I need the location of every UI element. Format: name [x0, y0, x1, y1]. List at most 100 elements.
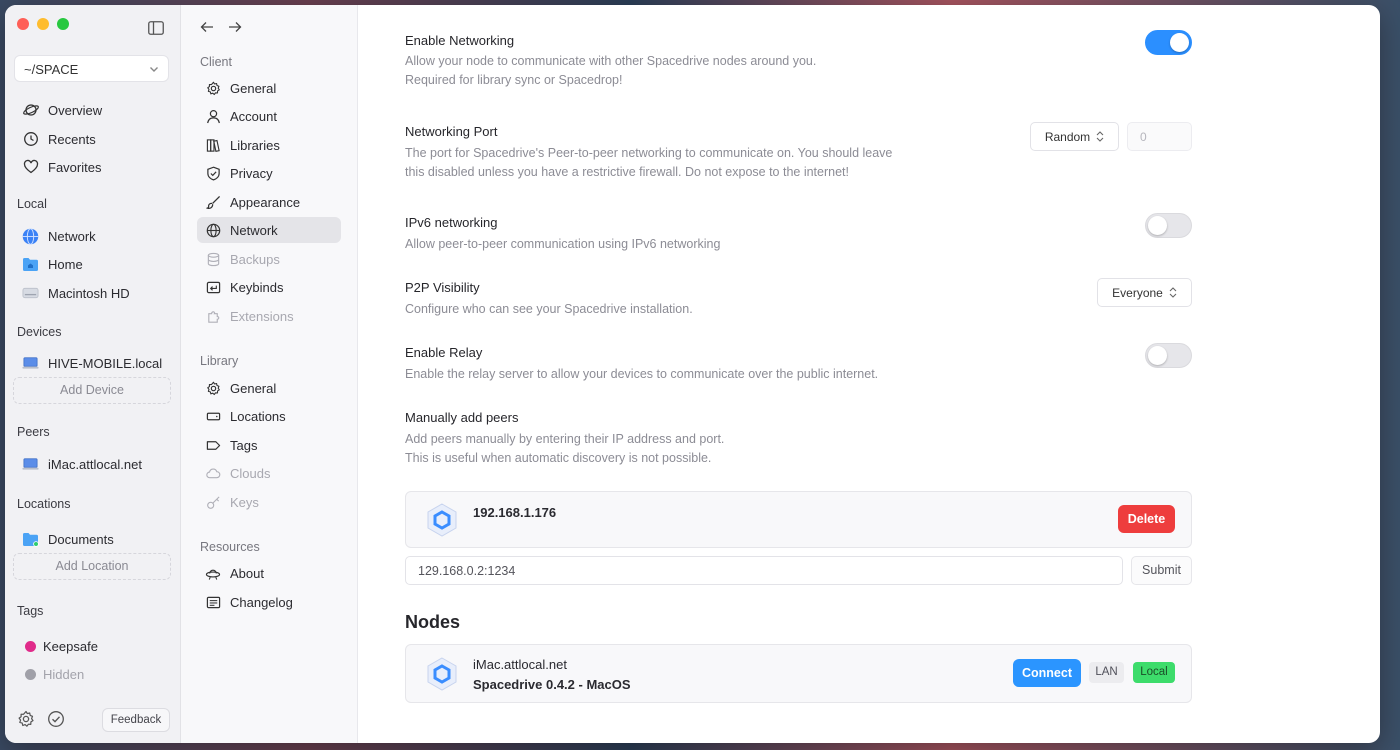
planet-icon: [22, 102, 39, 119]
nav-item-label: Backups: [230, 251, 280, 267]
desc-line: This is useful when automatic discovery …: [405, 451, 712, 465]
sidebar-section-peers: Peers: [17, 425, 50, 439]
sidebar-item-documents[interactable]: Documents: [22, 529, 114, 549]
feedback-button[interactable]: Feedback: [102, 708, 170, 732]
enable-networking-title: Enable Networking: [405, 33, 515, 48]
nav-item-network[interactable]: Network: [197, 217, 341, 243]
sidebar-item-label: Hidden: [43, 666, 85, 682]
ipv6-desc: Allow peer-to-peer communication using I…: [405, 237, 721, 251]
user-icon: [205, 108, 221, 124]
manual-peers-title: Manually add peers: [405, 410, 519, 425]
nav-item-label: Privacy: [230, 165, 273, 181]
nav-item-locations[interactable]: Locations: [197, 403, 341, 429]
sidebar-section-devices: Devices: [17, 325, 62, 339]
nav-item-label: General: [230, 380, 277, 396]
nav-item-backups[interactable]: Backups: [197, 246, 341, 272]
laptop-icon: [22, 355, 39, 372]
sidebar-toggle-icon[interactable]: [148, 21, 164, 35]
drive-icon: [22, 285, 39, 302]
nav-item-libraries[interactable]: Libraries: [197, 132, 341, 158]
nav-section-library: Library: [200, 354, 239, 368]
networking-port-title: Networking Port: [405, 124, 498, 139]
nav-item-general[interactable]: General: [197, 75, 341, 101]
p2p-visibility-title: P2P Visibility: [405, 280, 480, 295]
gear-icon[interactable]: [17, 710, 35, 728]
nav-item-label: Changelog: [230, 594, 293, 610]
nav-item-tags[interactable]: Tags: [197, 432, 341, 458]
nav-item-library-general[interactable]: General: [197, 375, 341, 401]
chevron-up-down-icon: [1096, 131, 1104, 142]
nav-item-changelog[interactable]: Changelog: [197, 589, 341, 615]
port-mode-value: Random: [1044, 129, 1091, 144]
enable-networking-toggle[interactable]: [1145, 30, 1192, 55]
nav-item-keys[interactable]: Keys: [197, 489, 341, 515]
settings-nav: Client General Account Libraries Privacy…: [181, 5, 358, 743]
nav-section-client: Client: [200, 55, 232, 69]
nav-item-label: Locations: [230, 408, 286, 424]
nav-item-appearance[interactable]: Appearance: [197, 189, 341, 215]
desc-line: Add peers manually by entering their IP …: [405, 432, 725, 446]
add-location-button[interactable]: Add Location: [13, 553, 171, 580]
sidebar-item-recents[interactable]: Recents: [22, 129, 96, 149]
nav-item-label: Account: [230, 108, 277, 124]
nav-item-clouds[interactable]: Clouds: [197, 460, 341, 486]
enable-relay-toggle[interactable]: [1145, 343, 1192, 368]
lan-badge: LAN: [1089, 662, 1124, 683]
sidebar-tag-keepsafe[interactable]: Keepsafe: [22, 636, 98, 656]
key-icon: [205, 494, 221, 510]
sidebar-item-overview[interactable]: Overview: [22, 100, 102, 120]
tag-icon: [205, 437, 221, 453]
nav-item-extensions[interactable]: Extensions: [197, 303, 341, 329]
peer-ip-address: 192.168.1.176: [473, 505, 557, 520]
cloud-icon: [205, 465, 221, 481]
node-version: Spacedrive 0.4.2 - MacOS: [473, 677, 631, 692]
sidebar-item-favorites[interactable]: Favorites: [22, 157, 101, 177]
add-device-button[interactable]: Add Device: [13, 377, 171, 404]
globe-icon: [22, 227, 39, 245]
check-circle-icon[interactable]: [47, 710, 65, 728]
sidebar-item-network[interactable]: Network: [22, 226, 96, 246]
library-selector[interactable]: ~/SPACE: [14, 55, 169, 82]
nav-item-label: Libraries: [230, 137, 280, 153]
nav-item-about[interactable]: About: [197, 560, 341, 586]
chevron-down-icon: [150, 67, 158, 72]
arrow-right-icon[interactable]: [228, 21, 242, 33]
port-mode-select[interactable]: Random: [1030, 122, 1119, 151]
tag-color-dot: [22, 666, 39, 683]
local-badge: Local: [1133, 662, 1175, 683]
sidebar-item-macintosh-hd[interactable]: Macintosh HD: [22, 283, 130, 303]
arrow-left-icon[interactable]: [200, 21, 214, 33]
peer-address-input[interactable]: 129.168.0.2:1234: [405, 556, 1123, 585]
nav-item-privacy[interactable]: Privacy: [197, 160, 341, 186]
sidebar-item-peer[interactable]: iMac.attlocal.net: [22, 454, 142, 474]
nav-item-label: Keys: [230, 494, 259, 510]
sidebar-footer: [17, 710, 65, 728]
nav-item-label: About: [230, 565, 264, 581]
nav-section-resources: Resources: [200, 540, 260, 554]
sidebar-item-home[interactable]: Home: [22, 254, 83, 274]
app-window: ~/SPACE Overview Recents Favorites Local: [5, 5, 1380, 743]
desc-line: this disabled unless you have a restrict…: [405, 165, 849, 179]
nav-item-account[interactable]: Account: [197, 103, 341, 129]
submit-peer-button[interactable]: Submit: [1131, 556, 1192, 585]
ipv6-toggle[interactable]: [1145, 213, 1192, 238]
close-window-button[interactable]: [17, 18, 29, 30]
p2p-visibility-select[interactable]: Everyone: [1097, 278, 1192, 307]
gear-icon: [205, 80, 221, 96]
networking-port-desc: The port for Spacedrive's Peer-to-peer n…: [405, 144, 892, 182]
sidebar-item-label: Network: [48, 228, 96, 244]
delete-peer-button[interactable]: Delete: [1118, 505, 1175, 533]
nav-item-keybinds[interactable]: Keybinds: [197, 274, 341, 300]
connect-button[interactable]: Connect: [1013, 659, 1081, 687]
port-input[interactable]: 0: [1127, 122, 1192, 151]
sidebar-tag-hidden[interactable]: Hidden: [22, 664, 84, 684]
enable-networking-desc: Allow your node to communicate with othe…: [405, 52, 816, 90]
sidebar-item-label: HIVE-MOBILE.local: [48, 355, 163, 371]
nav-item-label: Keybinds: [230, 279, 284, 295]
manual-peers-desc: Add peers manually by entering their IP …: [405, 430, 724, 468]
database-icon: [205, 251, 221, 267]
sidebar-item-device[interactable]: HIVE-MOBILE.local: [22, 353, 162, 373]
minimize-window-button[interactable]: [37, 18, 49, 30]
maximize-window-button[interactable]: [57, 18, 69, 30]
keyboard-return-icon: [205, 279, 221, 295]
